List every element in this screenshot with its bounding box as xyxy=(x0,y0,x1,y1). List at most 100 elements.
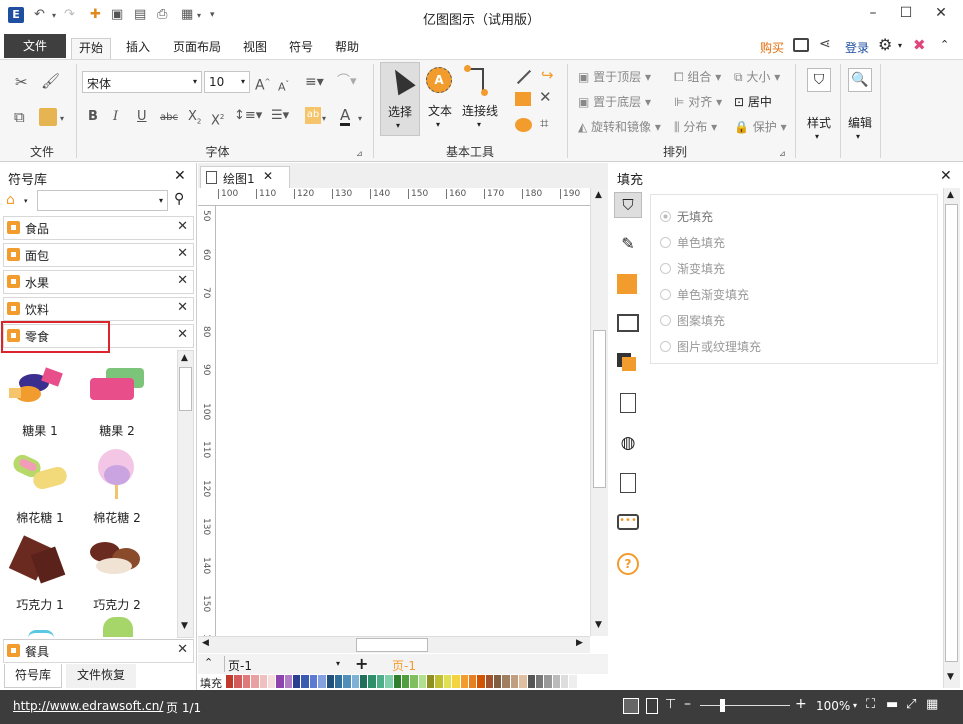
palette-swatch[interactable] xyxy=(460,675,469,688)
page-nav-up-icon[interactable]: ⌃ xyxy=(204,656,213,669)
italic-icon[interactable]: I xyxy=(113,109,118,125)
font-color-icon[interactable]: A xyxy=(340,107,351,126)
palette-swatch[interactable] xyxy=(284,675,293,688)
symbol-chocolate-2[interactable]: 巧克力 2 xyxy=(82,534,152,613)
palette-swatch[interactable] xyxy=(552,675,561,688)
palette-swatch[interactable] xyxy=(343,675,352,688)
text-tool-button[interactable]: A 文本 ▾ xyxy=(423,64,457,136)
scroll-up-icon[interactable]: ▲ xyxy=(181,353,188,363)
file-menu-button[interactable]: 文件 xyxy=(4,34,66,58)
palette-swatch[interactable] xyxy=(334,675,344,688)
comment-icon[interactable]: ••• xyxy=(617,514,639,530)
zoom-out-icon[interactable]: – xyxy=(684,696,691,712)
rectangle-tool-icon[interactable] xyxy=(515,92,531,106)
add-page-icon[interactable]: + xyxy=(355,654,368,673)
palette-swatch[interactable] xyxy=(242,675,252,688)
underline-icon[interactable]: U xyxy=(137,109,147,125)
palette-swatch[interactable] xyxy=(535,675,545,688)
scroll-thumb[interactable] xyxy=(945,204,958,662)
close-library-icon[interactable]: ✕ xyxy=(174,168,186,184)
edit-button[interactable]: 🔍 编辑 ▾ xyxy=(842,64,878,144)
close-category-icon[interactable]: ✕ xyxy=(177,300,188,315)
palette-swatch[interactable] xyxy=(267,675,277,688)
fill-option-gradient[interactable]: 渐变填充 xyxy=(660,260,725,277)
palette-swatch[interactable] xyxy=(569,675,578,688)
palette-swatch[interactable] xyxy=(418,675,427,688)
zoom-in-icon[interactable]: + xyxy=(795,696,807,712)
palette-swatch[interactable] xyxy=(351,675,360,688)
view-page-icon[interactable] xyxy=(646,698,658,714)
palette-swatch[interactable] xyxy=(226,675,235,688)
arc-tool-icon[interactable]: ↪ xyxy=(541,67,554,83)
rotate-mirror-button[interactable]: ◭ 旋转和镜像 ▾ xyxy=(578,118,661,135)
active-page-tab[interactable]: 页-1 xyxy=(392,657,416,674)
category-food[interactable]: 食品 ✕ xyxy=(3,216,194,240)
palette-swatch[interactable] xyxy=(510,675,520,688)
palette-swatch[interactable] xyxy=(251,675,260,688)
scroll-up-icon[interactable]: ▲ xyxy=(595,190,602,200)
bring-front-button[interactable]: ▣ 置于顶层 ▾ xyxy=(578,68,651,85)
ellipse-tool-icon[interactable] xyxy=(515,118,532,132)
tab-help[interactable]: 帮助 xyxy=(328,38,366,60)
page-list-icon[interactable] xyxy=(620,393,636,413)
collapse-ribbon-icon[interactable]: ⌃ xyxy=(940,38,949,51)
palette-swatch[interactable] xyxy=(561,675,570,688)
maximize-button[interactable]: ☐ xyxy=(891,5,921,25)
font-color-dropdown-icon[interactable]: ▾ xyxy=(358,111,362,127)
subscript-icon[interactable]: X2 xyxy=(188,109,201,130)
highlight-icon[interactable]: ab xyxy=(305,107,321,124)
full-screen-icon[interactable]: ⤢ xyxy=(906,697,916,712)
palette-swatch[interactable] xyxy=(276,675,285,688)
center-button[interactable]: ⊡ 居中 xyxy=(734,93,772,110)
tab-symbol[interactable]: 符号 xyxy=(282,38,320,60)
symbol-marshmallow-2[interactable]: 棉花糖 2 xyxy=(82,447,152,526)
palette-swatch[interactable] xyxy=(443,675,453,688)
format-painter-icon[interactable]: 🖌 xyxy=(41,73,60,89)
settings-dropdown-icon[interactable]: ▾ xyxy=(898,41,902,50)
gallery-icon[interactable] xyxy=(793,38,809,52)
palette-swatch[interactable] xyxy=(485,675,494,688)
style-button[interactable]: ⛉ 样式 ▾ xyxy=(800,64,838,144)
fill-panel-scrollbar[interactable]: ▲ ▼ xyxy=(943,188,960,688)
shrink-font-icon[interactable]: A˅ xyxy=(278,76,289,96)
protect-button[interactable]: 🔒 保护 ▾ xyxy=(734,118,787,135)
tab-view[interactable]: 视图 xyxy=(236,38,274,60)
view-normal-icon[interactable] xyxy=(623,698,639,714)
palette-swatch[interactable] xyxy=(318,675,327,688)
library-scrollbar[interactable]: ▲ ▼ xyxy=(177,350,194,638)
category-bread[interactable]: 面包 ✕ xyxy=(3,243,194,267)
crop-tool-icon[interactable]: ⌗ xyxy=(540,115,548,131)
tab-insert[interactable]: 插入 xyxy=(119,38,157,60)
palette-swatch[interactable] xyxy=(293,675,302,688)
line-style-panel-icon[interactable]: ✎ xyxy=(617,234,639,256)
scroll-down-icon[interactable]: ▼ xyxy=(181,621,188,631)
line-style-icon[interactable]: ⌒▾ xyxy=(337,74,357,90)
zoom-dropdown-icon[interactable]: ▾ xyxy=(853,701,857,710)
bullets-icon[interactable]: ☰▾ xyxy=(271,108,289,124)
canvas-vscrollbar[interactable]: ▲ ▼ xyxy=(590,188,608,636)
palette-swatch[interactable] xyxy=(477,675,486,688)
close-window-button[interactable]: ✕ xyxy=(926,5,956,25)
superscript-icon[interactable]: X2 xyxy=(211,109,224,129)
grid-view-icon[interactable]: ▦ xyxy=(926,697,938,712)
canvas-hscrollbar[interactable]: ◀ ▶ xyxy=(198,636,590,653)
close-category-icon[interactable]: ✕ xyxy=(177,246,188,261)
distribute-button[interactable]: ⫼ 分布 ▾ xyxy=(674,118,717,135)
paste-icon[interactable] xyxy=(39,108,57,126)
view-presentation-icon[interactable]: ⊤ xyxy=(665,697,676,712)
minimize-button[interactable]: – xyxy=(858,5,888,25)
library-search-icon[interactable]: ⚲ xyxy=(174,191,184,207)
document-edit-icon[interactable] xyxy=(620,473,636,493)
scroll-up-icon[interactable]: ▲ xyxy=(947,190,954,200)
palette-swatch[interactable] xyxy=(326,675,335,688)
category-drinks[interactable]: 饮料 ✕ xyxy=(3,297,194,321)
scroll-thumb[interactable] xyxy=(356,638,428,652)
zoom-slider[interactable] xyxy=(700,705,790,706)
strikethrough-icon[interactable]: abc xyxy=(160,110,178,126)
palette-swatch[interactable] xyxy=(527,675,536,688)
palette-swatch[interactable] xyxy=(519,675,528,688)
fill-bucket-icon[interactable]: ⛉ xyxy=(614,192,642,218)
palette-swatch[interactable] xyxy=(502,675,511,688)
theme-icon[interactable]: ✖ xyxy=(913,36,926,54)
symbol-candy-1[interactable]: 糖果 1 xyxy=(5,360,75,439)
